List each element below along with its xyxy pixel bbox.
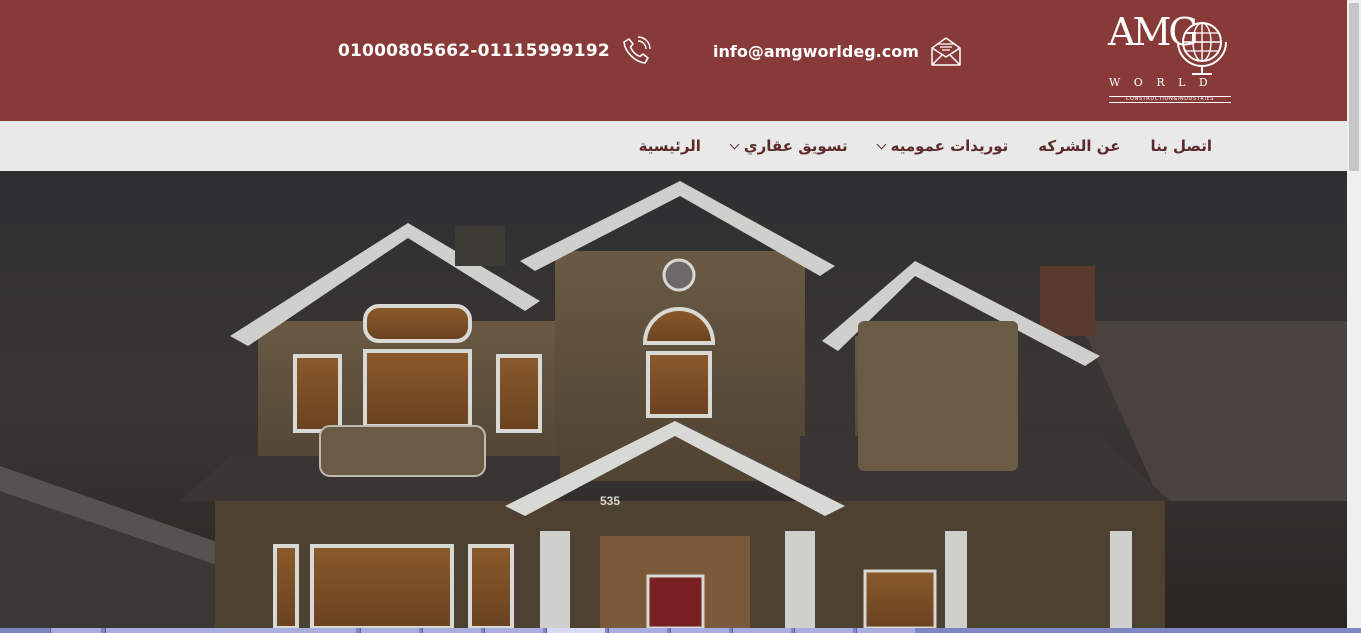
logo-word: WORLD — [1109, 76, 1222, 89]
house-number: 535 — [600, 494, 620, 508]
taskbar-button[interactable] — [105, 628, 356, 633]
nav-item-real-estate[interactable]: تسويق عقاري — [716, 137, 863, 155]
nav-item-contact[interactable]: اتصل بنا — [1135, 137, 1227, 155]
phone-number[interactable]: 01000805662-01115999192 — [338, 41, 610, 61]
taskbar-button[interactable] — [484, 628, 543, 633]
taskbar-strip — [0, 628, 1361, 633]
nav-item-label: الرئيسية — [638, 137, 701, 155]
hero-image: 535 — [0, 171, 1347, 628]
nav-item-supplies[interactable]: توريدات عموميه — [863, 137, 1024, 155]
globe-icon — [1177, 22, 1227, 75]
taskbar-button[interactable] — [50, 628, 101, 633]
chevron-down-icon — [729, 139, 740, 150]
nav-item-label: توريدات عموميه — [890, 137, 1009, 155]
email-address[interactable]: info@amgworldeg.com — [713, 42, 919, 61]
nav-menu: الرئيسية تسويق عقاري توريدات عموميه عن ا… — [624, 121, 1227, 171]
taskbar-button[interactable] — [856, 628, 915, 633]
nav-item-about[interactable]: عن الشركه — [1023, 137, 1135, 155]
nav-item-home[interactable]: الرئيسية — [624, 137, 716, 155]
header-bar: 01000805662-01115999192 info@amgworldeg.… — [0, 0, 1347, 121]
envelope-icon — [931, 37, 961, 66]
nav-item-label: عن الشركه — [1038, 137, 1121, 155]
taskbar-button[interactable] — [360, 628, 419, 633]
scrollbar-thumb[interactable] — [1349, 3, 1359, 171]
phone-icon — [623, 36, 651, 64]
chevron-down-icon — [876, 139, 887, 150]
email-contact[interactable]: info@amgworldeg.com — [713, 34, 963, 68]
vertical-scrollbar[interactable] — [1347, 0, 1361, 633]
taskbar-button[interactable] — [794, 628, 853, 633]
main-navigation: الرئيسية تسويق عقاري توريدات عموميه عن ا… — [0, 121, 1347, 171]
nav-item-label: اتصل بنا — [1150, 137, 1212, 155]
house-illustration: 535 — [0, 171, 1347, 628]
nav-item-label: تسويق عقاري — [743, 137, 848, 155]
taskbar-button[interactable] — [608, 628, 667, 633]
taskbar-button[interactable] — [732, 628, 791, 633]
taskbar-button[interactable] — [670, 628, 729, 633]
taskbar-button[interactable] — [546, 628, 605, 633]
site-logo[interactable]: AMG WORLD CONSTRUCTION&INDUSTRIES — [1106, 10, 1232, 106]
phone-contact[interactable]: 01000805662-01115999192 — [338, 34, 652, 68]
taskbar-button[interactable] — [422, 628, 481, 633]
logo-tagline: CONSTRUCTION&INDUSTRIES — [1109, 96, 1231, 103]
